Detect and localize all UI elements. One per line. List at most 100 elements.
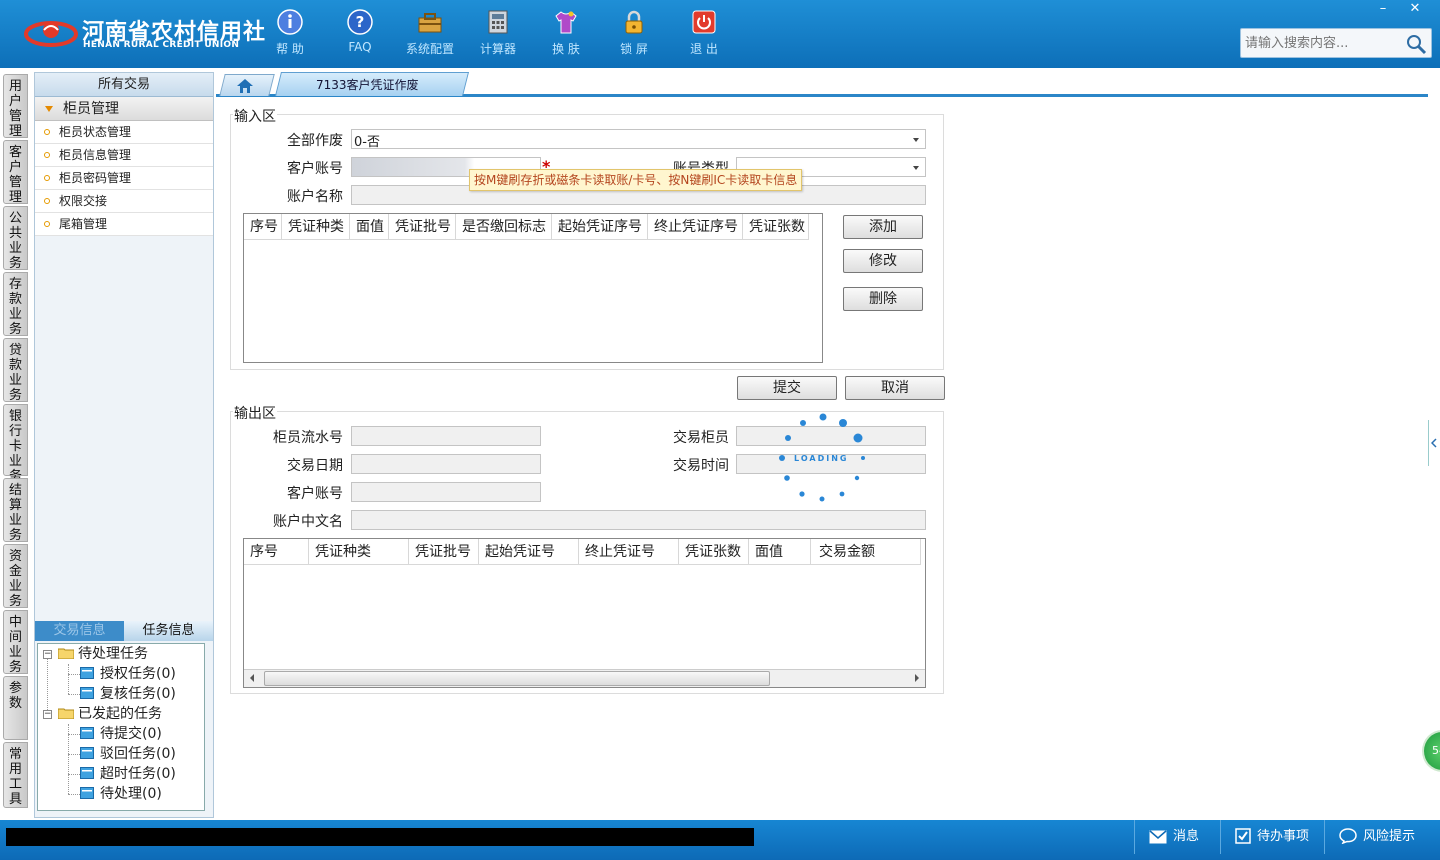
vtab-parameters[interactable]: 参数 [3,676,28,740]
tree-line [68,734,80,735]
top-bar: 河南省农村信用社 HENAN RURAL CREDIT UNION 帮 助 ? … [0,0,1440,68]
vtab-label: 中间业务 [8,615,22,675]
system-config-button[interactable]: 系统配置 [400,8,460,60]
faq-button[interactable]: ? FAQ [330,8,390,60]
vtab-funds[interactable]: 资金业务 [3,544,28,609]
mail-icon [1149,830,1167,844]
menu-list: 柜员状态管理 柜员信息管理 柜员密码管理 权限交接 尾箱管理 [35,121,213,236]
tree-node-label: 复核任务(0) [100,686,176,702]
tab-task-info[interactable]: 任务信息 [124,621,213,641]
loading-text: LOADING [794,454,849,463]
tab-active-label: 7133客户凭证作废 [316,78,419,92]
collapse-toggle-icon[interactable]: − [43,710,52,719]
scroll-left-icon[interactable] [250,674,254,682]
exit-button[interactable]: 退 出 [674,8,734,60]
menu-group-teller-mgmt[interactable]: 柜员管理 [35,97,213,121]
vtab-settlement[interactable]: 结算业务 [3,478,28,543]
status-bar: 消息 待办事项 风险提示 [0,820,1440,860]
voucher-input-grid[interactable]: 序号 凭证种类 面值 凭证批号 是否缴回标志 起始凭证序号 终止凭证序号 凭证张… [243,213,823,363]
tree-node-label: 待处理(0) [100,786,162,802]
delete-button[interactable]: 删除 [843,287,923,311]
menu-item-tail-box[interactable]: 尾箱管理 [35,213,213,236]
output-section-title: 输出区 [233,403,277,423]
all-void-select[interactable]: 0-否 [351,129,926,150]
tree-node-authorize-task[interactable]: 授权任务(0) [80,664,176,684]
task-icon [80,747,94,759]
vtab-user-mgmt[interactable]: 用户管理 [3,74,28,139]
tree-node-initiated[interactable]: 已发起的任务 [58,704,162,724]
vtab-label: 参数 [8,681,22,711]
help-button[interactable]: 帮 助 [260,8,320,60]
cancel-button[interactable]: 取消 [845,376,945,400]
teller-serial-field [351,426,541,446]
close-button[interactable]: ✕ [1400,0,1430,18]
menu-item-teller-password[interactable]: 柜员密码管理 [35,167,213,190]
search-input[interactable] [1241,29,1405,57]
tree-node-pending[interactable]: 待处理任务 [58,644,148,664]
grid-header-cell: 凭证种类 [309,539,409,565]
home-icon[interactable] [236,78,254,94]
account-name-label: 账户名称 [287,189,343,205]
vtab-label: 资金业务 [8,549,22,609]
grid-header-cell: 起始凭证号 [479,539,579,565]
risk-alert-button[interactable]: 风险提示 [1324,820,1440,854]
logo-mark-icon [24,21,78,47]
vtab-intermediary[interactable]: 中间业务 [3,610,28,675]
vtab-label: 用户管理 [8,79,22,139]
main-content: 7133客户凭证作废 输入区 全部作废 0-否 客户账号 * 账号类型 账户名称… [216,72,1428,818]
vtab-label: 贷款业务 [8,343,22,403]
lock-screen-button[interactable]: 锁 屏 [604,8,664,60]
folder-icon [58,648,74,659]
tab-transaction-info[interactable]: 交易信息 [35,621,124,641]
tree-node-to-process[interactable]: 待处理(0) [80,784,162,804]
grid-header-cell: 凭证批号 [409,539,479,565]
toolbox-icon [418,13,442,33]
messages-button[interactable]: 消息 [1134,820,1220,854]
vtab-tools[interactable]: 常用工具 [3,742,28,808]
menu-item-teller-status[interactable]: 柜员状态管理 [35,121,213,144]
vtab-loan[interactable]: 贷款业务 [3,338,28,403]
help-label: 帮 助 [276,42,304,56]
tree-node-review-task[interactable]: 复核任务(0) [80,684,176,704]
tree-line [68,774,80,775]
menu-item-teller-info[interactable]: 柜员信息管理 [35,144,213,167]
vtab-deposit[interactable]: 存款业务 [3,272,28,337]
risk-alert-label: 风险提示 [1363,829,1416,844]
scrollbar-thumb[interactable] [264,671,770,686]
grid-header-cell: 是否缴回标志 [456,214,552,240]
add-button[interactable]: 添加 [843,215,923,239]
grid-header-cell: 凭证张数 [743,214,809,240]
tshirt-icon [555,11,577,34]
scroll-right-icon[interactable] [915,674,919,682]
tree-node-timeout[interactable]: 超时任务(0) [80,764,176,784]
menu-header: 所有交易 [35,73,213,97]
vtab-bank-card[interactable]: 银行卡业务 [3,404,28,484]
voucher-output-grid[interactable]: 序号 凭证种类 凭证批号 起始凭证号 终止凭证号 凭证张数 面值 交易金额 [243,538,926,688]
vtab-label: 银行卡业务 [8,409,22,484]
collapse-toggle-icon[interactable]: − [43,650,52,659]
output-section: 输出区 柜员流水号 交易柜员 交易日期 交易时间 客户账号 账户中文名 LOAD… [230,403,944,694]
calculator-button[interactable]: 计算器 [468,8,528,60]
horizontal-scrollbar[interactable] [244,669,925,687]
bullet-icon [44,152,50,158]
search-icon[interactable] [1405,33,1427,55]
vtab-customer-mgmt[interactable]: 客户管理 [3,140,28,205]
submit-button[interactable]: 提交 [737,376,837,400]
right-panel-collapse-handle[interactable] [1428,420,1440,466]
skin-button[interactable]: 换 肤 [536,8,596,60]
todo-button[interactable]: 待办事项 [1220,820,1324,854]
bullet-icon [44,129,50,135]
bullet-icon [44,175,50,181]
tree-node-label: 超时任务(0) [100,766,176,782]
task-tree: − 待处理任务 授权任务(0) 复核任务(0) − 已发起的任务 待提交(0) … [37,643,205,811]
menu-item-permission-handover[interactable]: 权限交接 [35,190,213,213]
modify-button[interactable]: 修改 [843,249,923,273]
minimize-button[interactable]: – [1368,0,1398,18]
grid-header-cell: 交易金额 [811,539,921,565]
tree-node-rejected[interactable]: 驳回任务(0) [80,744,176,764]
grid-header-cell: 凭证张数 [679,539,749,565]
tree-node-to-submit[interactable]: 待提交(0) [80,724,162,744]
vtab-label: 常用工具 [8,747,22,807]
vtab-public-biz[interactable]: 公共业务 [3,206,28,271]
teller-serial-label: 柜员流水号 [273,430,343,446]
